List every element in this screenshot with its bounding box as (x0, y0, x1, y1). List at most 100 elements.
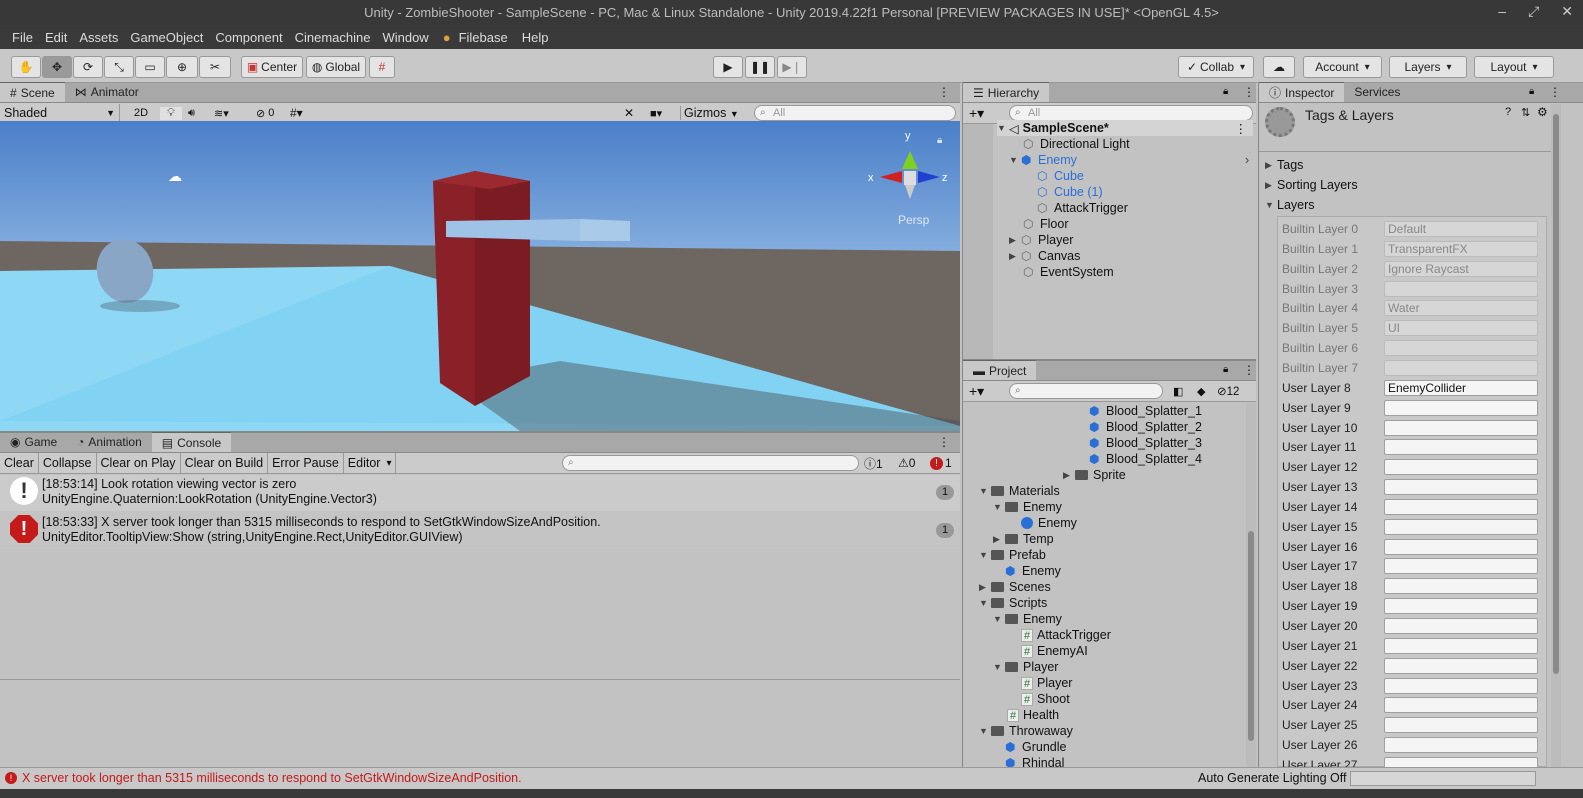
project-asset[interactable]: ⬢ Enemy (1005, 563, 1061, 579)
grid-toggle-icon[interactable]: #▾ (290, 106, 303, 120)
layer-name-field[interactable] (1384, 578, 1538, 594)
status-message[interactable]: X server took longer than 5315 milliseco… (22, 771, 522, 785)
tab-animator[interactable]: ⋈ Animator (65, 82, 149, 102)
tab-services[interactable]: Services (1344, 82, 1410, 102)
effects-toggle-icon[interactable]: ≋▾ (214, 107, 229, 120)
tab-animation[interactable]: ◔ Animation (67, 432, 152, 452)
project-folder[interactable]: ▼ Enemy (993, 611, 1062, 627)
project-folder[interactable]: ▶ Temp (993, 531, 1054, 547)
minimize-icon[interactable]: – (1498, 3, 1506, 20)
hierarchy-item[interactable]: ⬡ EventSystem (1023, 264, 1114, 280)
rect-tool-icon[interactable]: ▭ (135, 56, 165, 78)
rotate-tool-icon[interactable]: ⟳ (73, 56, 103, 78)
chevron-right-icon[interactable]: › (1245, 153, 1249, 167)
create-add-icon[interactable]: +▾ (969, 383, 984, 400)
scene-viewport[interactable]: ☁ y x z Persp 🔒︎ (0, 121, 960, 431)
tab-hierarchy[interactable]: ☰ Hierarchy (963, 82, 1050, 102)
layers-section-foldout[interactable]: ▼ Layers (1265, 197, 1315, 213)
create-add-icon[interactable]: +▾ (969, 105, 984, 122)
project-asset[interactable]: Enemy (1021, 515, 1077, 531)
sorting-layers-foldout[interactable]: ▶ Sorting Layers (1265, 177, 1358, 193)
transform-tool-icon[interactable]: ⊕ (166, 56, 198, 78)
project-asset[interactable]: # EnemyAI (1021, 643, 1088, 659)
layer-name-field[interactable] (1384, 638, 1538, 654)
menu-assets[interactable]: Assets (77, 30, 120, 45)
help-icon[interactable]: ? (1505, 106, 1511, 118)
clear-on-build-button[interactable]: Clear on Build (181, 453, 269, 473)
hierarchy-item[interactable]: ⬡ Floor (1023, 216, 1068, 232)
layer-name-field[interactable] (1384, 499, 1538, 515)
item-menu-icon[interactable]: ⋮ (1235, 121, 1248, 136)
lighting-toggle-icon[interactable]: 💡︎ (160, 106, 182, 120)
hierarchy-search-input[interactable]: All (1009, 105, 1253, 121)
scale-tool-icon[interactable]: ⤡ (104, 56, 134, 78)
project-folder[interactable]: ▼ Materials (979, 483, 1060, 499)
hierarchy-item[interactable]: ▶ ⬡ Canvas (1009, 248, 1080, 264)
move-tool-icon[interactable]: ✥ (42, 56, 72, 78)
menu-gameobject[interactable]: GameObject (128, 30, 205, 45)
project-search-input[interactable] (1009, 383, 1163, 399)
custom-tool-icon[interactable]: ✂ (199, 56, 231, 78)
hierarchy-item[interactable]: ▶ ⬡ Player (1009, 232, 1073, 248)
layer-name-field[interactable] (1384, 737, 1538, 753)
cloud-icon[interactable]: ☁ (1263, 56, 1295, 78)
grid-snap-icon[interactable]: # (369, 56, 395, 78)
project-scrollbar[interactable] (1246, 403, 1256, 767)
lock-icon[interactable]: 🔒︎ (1529, 86, 1534, 97)
project-asset[interactable]: # Player (1021, 675, 1072, 691)
audio-toggle-icon[interactable]: 🔊︎ (188, 107, 195, 120)
layer-name-field[interactable] (1384, 400, 1538, 416)
gear-icon[interactable]: ⚙ (1537, 105, 1548, 119)
clear-on-play-button[interactable]: Clear on Play (97, 453, 181, 473)
hierarchy-item-prefab[interactable]: ⬡ Cube (1037, 168, 1084, 184)
lock-icon[interactable]: 🔒︎ (1223, 364, 1228, 375)
play-button[interactable]: ▶ (713, 56, 743, 78)
layer-name-field[interactable] (1384, 618, 1538, 634)
maximize-icon[interactable]: ⤢ (1528, 3, 1539, 20)
tab-inspector[interactable]: ⓘ Inspector (1259, 82, 1345, 102)
toggle-2d-button[interactable]: 2D (129, 107, 153, 119)
panel-menu-icon[interactable]: ⋮ (1549, 85, 1561, 99)
camera-icon[interactable]: ■▾ (650, 107, 662, 120)
pivot-center-button[interactable]: ▣ Center (241, 56, 303, 78)
console-search-input[interactable] (562, 455, 859, 471)
error-count-toggle[interactable]: ! 1 (930, 456, 952, 470)
project-asset[interactable]: ⬢ Blood_Splatter_1 (1089, 403, 1202, 419)
account-dropdown[interactable]: Account (1303, 56, 1382, 78)
shading-mode-dropdown[interactable]: Shaded ▼ (4, 103, 120, 123)
panel-menu-icon[interactable]: ⋮ (938, 435, 950, 449)
project-asset[interactable]: ⬢ Blood_Splatter_3 (1089, 435, 1202, 451)
project-folder[interactable]: ▼ Prefab (979, 547, 1046, 563)
tab-console[interactable]: ▤ Console (151, 432, 232, 452)
error-pause-button[interactable]: Error Pause (268, 453, 344, 473)
console-entry[interactable]: ! [18:53:33] X server took longer than 5… (0, 511, 960, 549)
hierarchy-item-prefab[interactable]: ▼ ⬢ Enemy › (1009, 152, 1249, 168)
hidden-packages-toggle[interactable]: ⊘12 (1217, 384, 1239, 398)
tags-section-foldout[interactable]: ▶ Tags (1265, 157, 1303, 173)
layer-name-field[interactable] (1384, 598, 1538, 614)
scene-root-item[interactable]: ▼ ◁ SampleScene* ⋮ (997, 120, 1253, 136)
hand-tool-icon[interactable]: ✋ (11, 56, 41, 78)
menu-edit[interactable]: Edit (43, 30, 69, 45)
project-folder[interactable]: ▼ Enemy (993, 499, 1062, 515)
layer-name-field[interactable] (1384, 558, 1538, 574)
layer-name-field[interactable] (1384, 678, 1538, 694)
project-folder[interactable]: ▼ Scripts (979, 595, 1047, 611)
layer-name-field[interactable] (1384, 479, 1538, 495)
menu-help[interactable]: Help (520, 30, 551, 45)
collab-dropdown[interactable]: ✓ Collab (1178, 56, 1254, 78)
layer-name-field[interactable] (1384, 717, 1538, 733)
clear-button[interactable]: Clear (0, 453, 39, 473)
project-asset[interactable]: # Shoot (1021, 691, 1070, 707)
project-asset[interactable]: # Health (1007, 707, 1059, 723)
warning-count-toggle[interactable]: ⚠0 (898, 456, 915, 470)
tools-icon[interactable]: ✕ (624, 106, 634, 120)
console-entry[interactable]: ! [18:53:14] Look rotation viewing vecto… (0, 475, 960, 511)
layer-name-field[interactable] (1384, 459, 1538, 475)
pivot-global-button[interactable]: ◍ Global (306, 56, 366, 78)
gizmos-dropdown[interactable]: Gizmos ▼ (680, 106, 744, 120)
project-folder[interactable]: ▼ Throwaway (979, 723, 1073, 739)
menu-cinemachine[interactable]: Cinemachine (293, 30, 373, 45)
project-asset[interactable]: ⬢ Blood_Splatter_2 (1089, 419, 1202, 435)
project-folder[interactable]: ▼ Player (993, 659, 1058, 675)
